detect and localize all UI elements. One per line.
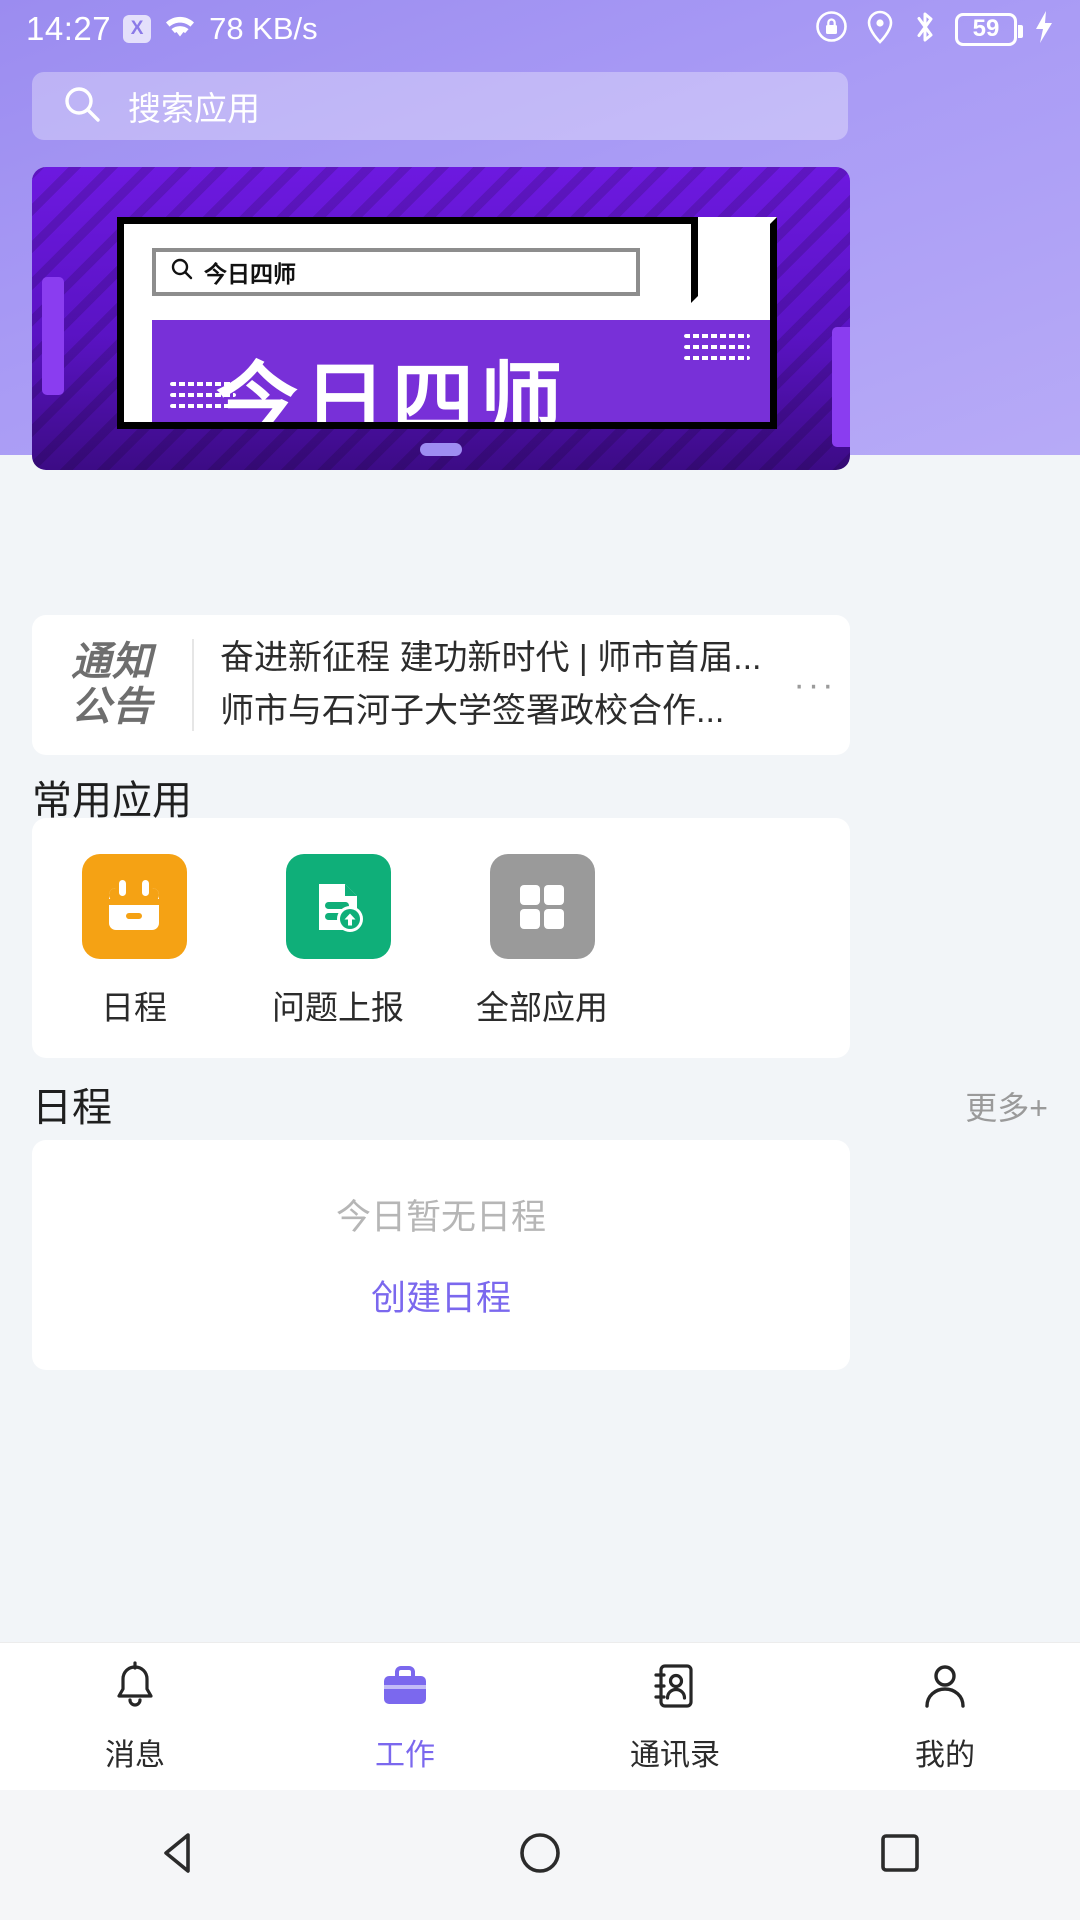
- banner-decor-right: [832, 327, 850, 447]
- notice-badge: 通知 公告: [32, 640, 192, 730]
- triangle-back-icon: [154, 1827, 206, 1884]
- search-input[interactable]: 搜索应用: [32, 72, 848, 140]
- grid-icon: [490, 854, 595, 959]
- bottom-tab-bar: 消息 工作 通讯录: [0, 1642, 1080, 1790]
- tab-messages[interactable]: 消息: [0, 1643, 270, 1790]
- schedule-title: 日程: [32, 1075, 112, 1133]
- notice-badge-line1: 通知: [32, 640, 192, 685]
- app-item-all-apps[interactable]: 全部应用: [440, 854, 644, 1058]
- schedule-empty-text: 今日暂无日程: [336, 1189, 546, 1240]
- create-schedule-link[interactable]: 创建日程: [371, 1270, 511, 1321]
- battery-level: 59: [973, 15, 1000, 43]
- search-icon: [62, 84, 102, 129]
- wave-decor-icon: [684, 334, 750, 368]
- contacts-icon: [648, 1659, 702, 1718]
- schedule-more-link[interactable]: 更多+: [965, 1083, 1048, 1129]
- banner-fold-corner: [691, 217, 777, 303]
- person-icon: [918, 1659, 972, 1718]
- notice-item[interactable]: 师市与石河子大学签署政校合作...: [220, 685, 762, 738]
- calendar-icon: [82, 854, 187, 959]
- banner-decor-left: [42, 277, 64, 395]
- notice-list[interactable]: 奋进新征程 建功新时代 | 师市首届... 师市与石河子大学签署政校合作...: [194, 632, 780, 737]
- app-label: 全部应用: [476, 981, 608, 1029]
- tab-label: 通讯录: [630, 1730, 720, 1774]
- app-item-calendar[interactable]: 日程: [32, 854, 236, 1058]
- banner-window-graphic: 今日四师 今日四师: [117, 217, 777, 429]
- app-item-issue-report[interactable]: 问题上报: [236, 854, 440, 1058]
- tab-profile[interactable]: 我的: [810, 1643, 1080, 1790]
- network-rate: 78 KB/s: [209, 11, 318, 47]
- ellipsis-icon[interactable]: ···: [780, 666, 850, 705]
- tab-label: 消息: [105, 1730, 165, 1774]
- battery-indicator: 59: [955, 13, 1017, 46]
- app-label: 日程: [101, 981, 167, 1029]
- document-upload-icon: [286, 854, 391, 959]
- banner-dot-active[interactable]: [420, 443, 462, 456]
- nav-recents-button[interactable]: [720, 1827, 1080, 1884]
- tab-label: 我的: [915, 1730, 975, 1774]
- nav-back-button[interactable]: [0, 1827, 360, 1884]
- charging-bolt-icon: [1034, 10, 1054, 49]
- common-apps-card: 日程 问题上报 全部应用: [32, 818, 850, 1058]
- banner-window-body: 今日四师: [152, 320, 770, 422]
- banner-carousel[interactable]: 今日四师 今日四师: [32, 167, 850, 470]
- nav-home-button[interactable]: [360, 1827, 720, 1884]
- search-icon: [170, 257, 194, 287]
- banner-title: 今日四师: [216, 334, 568, 422]
- rotation-lock-icon: [815, 10, 848, 48]
- bluetooth-icon: [912, 10, 938, 49]
- circle-home-icon: [514, 1827, 566, 1884]
- location-icon: [865, 10, 895, 49]
- notice-badge-line2: 公告: [32, 685, 192, 730]
- wave-decor-icon: [170, 382, 236, 416]
- status-bar: 14:27 X 78 KB/s: [0, 0, 1080, 58]
- status-bar-left: 14:27 X 78 KB/s: [26, 10, 318, 48]
- banner-window-searchbox: 今日四师: [152, 248, 640, 296]
- status-time: 14:27: [26, 10, 111, 48]
- tab-label: 工作: [375, 1730, 435, 1774]
- search-placeholder: 搜索应用: [128, 82, 260, 130]
- notice-item[interactable]: 奋进新征程 建功新时代 | 师市首届...: [220, 632, 762, 685]
- banner-window-search-text: 今日四师: [204, 255, 296, 289]
- android-nav-bar: [0, 1790, 1080, 1920]
- banner-page-indicator[interactable]: [420, 443, 462, 456]
- briefcase-icon: [378, 1659, 432, 1718]
- app-label: 问题上报: [272, 981, 404, 1029]
- tab-contacts[interactable]: 通讯录: [540, 1643, 810, 1790]
- status-bar-right: 59: [815, 10, 1054, 49]
- tab-work[interactable]: 工作: [270, 1643, 540, 1790]
- square-recents-icon: [874, 1827, 926, 1884]
- xbox-icon: X: [123, 15, 151, 43]
- schedule-card: 今日暂无日程 创建日程: [32, 1140, 850, 1370]
- notice-card[interactable]: 通知 公告 奋进新征程 建功新时代 | 师市首届... 师市与石河子大学签署政校…: [32, 615, 850, 755]
- bell-icon: [108, 1659, 162, 1718]
- wifi-icon: [163, 13, 197, 46]
